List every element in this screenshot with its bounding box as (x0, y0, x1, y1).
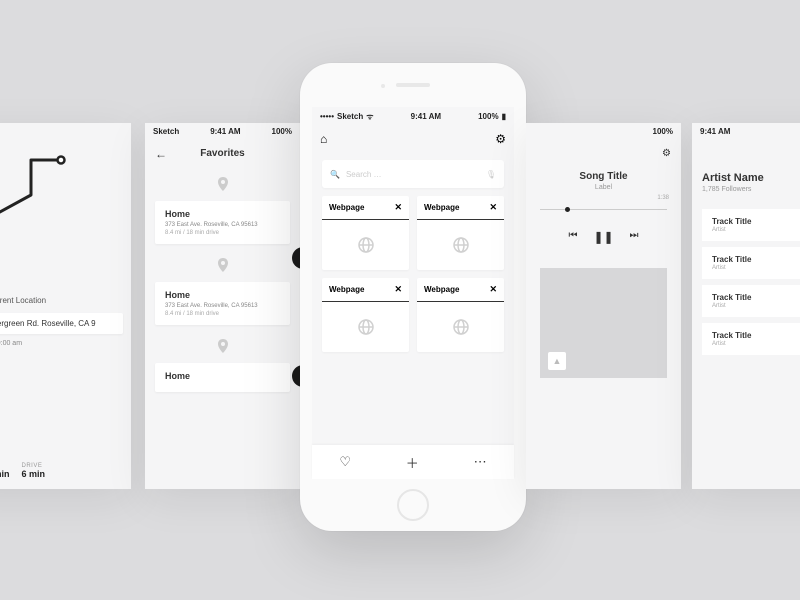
tile-label: Webpage (424, 203, 459, 212)
progress-bar[interactable]: 1:38 (540, 209, 667, 210)
favorite-card[interactable]: Home 373 East Ave. Roseville, CA 95613 8… (155, 282, 290, 325)
favorite-address: 373 East Ave. Roseville, CA 95613 (165, 222, 280, 228)
panel-favorites: Sketch 9:41 AM 100% ← Favorites Home 373… (145, 123, 300, 489)
favorite-address: 373 East Ave. Roseville, CA 95613 (165, 303, 280, 309)
close-icon[interactable]: ✕ (489, 284, 497, 295)
route-map (0, 140, 131, 290)
carrier-label: Sketch (337, 112, 363, 121)
tile-label: Webpage (424, 285, 459, 294)
panel-artist: 9:41 AM Artist Name 1,785 Followers Trac… (692, 123, 800, 489)
webpage-tile[interactable]: Webpage ✕ (417, 278, 504, 352)
status-time: 9:41 AM (700, 127, 730, 136)
carrier-label: Sketch (153, 127, 179, 136)
close-icon[interactable]: ✕ (394, 202, 402, 213)
phone-speaker (396, 83, 430, 87)
status-time: 9:41 AM (210, 127, 240, 136)
track-item[interactable]: Track TitleArtist (702, 247, 800, 279)
destination-address[interactable]: 497 Evergreen Rd. Roseville, CA 9 (0, 313, 123, 334)
phone-screen: •••••Sketchᯤ 9:41 AM 100%▮ ⌂ ⚙ 🔍 Search … (312, 107, 514, 479)
next-button[interactable]: ⏭ (630, 230, 639, 244)
from-location-label: From Current Location (0, 290, 131, 311)
status-battery: 100% (478, 112, 498, 121)
pin-icon (145, 167, 300, 201)
webpage-tile[interactable]: Webpage ✕ (417, 196, 504, 270)
mode-drive[interactable]: DRIVE6 min (22, 463, 46, 479)
panel-navigation: 9:41 AM From Current Location 497 Evergr… (0, 123, 131, 489)
tile-label: Webpage (329, 203, 364, 212)
search-input[interactable]: 🔍 Search … 🎙 (322, 160, 504, 188)
favorite-card[interactable]: Home (155, 363, 290, 392)
page-title: Favorites (200, 148, 244, 159)
status-bar: 9:41 AM (0, 123, 131, 140)
followers-count: 1,785 Followers (702, 186, 800, 193)
globe-icon (322, 220, 409, 270)
phone-mockup: •••••Sketchᯤ 9:41 AM 100%▮ ⌂ ⚙ 🔍 Search … (300, 63, 526, 531)
track-time: 1:38 (657, 195, 669, 201)
status-battery: 100% (653, 127, 673, 136)
more-button[interactable]: ⋯ (474, 454, 487, 470)
status-battery: 100% (272, 127, 292, 136)
song-title: Song Title (526, 171, 681, 182)
globe-icon (417, 220, 504, 270)
favorite-button[interactable]: ♡ (339, 454, 351, 470)
webpage-tile[interactable]: Webpage ✕ (322, 196, 409, 270)
favorite-card[interactable]: Home 373 East Ave. Roseville, CA 95613 8… (155, 201, 290, 244)
status-bar: 100% (526, 123, 681, 140)
favorite-meta: 8.4 mi / 18 min drive (165, 311, 280, 317)
home-icon[interactable]: ⌂ (320, 132, 327, 146)
home-button[interactable] (397, 489, 429, 521)
bottom-bar: ♡ ＋ ⋯ (312, 445, 514, 479)
close-icon[interactable]: ✕ (489, 202, 497, 213)
pause-button[interactable]: ❚❚ (593, 230, 613, 244)
pin-icon (145, 329, 300, 363)
favorite-name: Home (165, 371, 280, 381)
globe-icon (417, 302, 504, 352)
add-button[interactable]: ＋ (406, 453, 419, 472)
track-item[interactable]: Track TitleArtist (702, 285, 800, 317)
favorite-name: Home (165, 290, 280, 300)
tile-label: Webpage (329, 285, 364, 294)
progress-handle[interactable] (565, 207, 570, 212)
image-icon: ▲ (548, 352, 566, 370)
panel-music-player: 100% ⚙ Song Title Label 1:38 ⏮ ❚❚ ⏭ ▲ (526, 123, 681, 489)
favorite-name: Home (165, 209, 280, 219)
track-item[interactable]: Track TitleArtist (702, 209, 800, 241)
search-icon: 🔍 (330, 170, 340, 179)
mic-icon[interactable]: 🎙 (486, 170, 496, 179)
status-bar: 9:41 AM (692, 123, 800, 140)
close-icon[interactable]: ✕ (394, 284, 402, 295)
webpage-tile[interactable]: Webpage ✕ (322, 278, 409, 352)
wifi-icon: ᯤ (366, 111, 373, 122)
mode-bus[interactable]: BUS5 min (0, 463, 10, 479)
back-button[interactable]: ← (155, 147, 167, 161)
globe-icon (322, 302, 409, 352)
settings-icon[interactable]: ⚙ (526, 140, 681, 167)
prev-button[interactable]: ⏮ (568, 230, 577, 244)
battery-icon: ▮ (502, 112, 506, 121)
status-bar: Sketch 9:41 AM 100% (145, 123, 300, 140)
status-time: 9:41 AM (411, 112, 441, 121)
status-bar: •••••Sketchᯤ 9:41 AM 100%▮ (312, 107, 514, 126)
search-placeholder: Search … (346, 170, 382, 179)
track-item[interactable]: Track TitleArtist (702, 323, 800, 355)
favorite-meta: 8.4 mi / 18 min drive (165, 230, 280, 236)
album-art: ▲ (540, 268, 667, 378)
depart-time: Depart at 9:00 am (0, 336, 131, 351)
pin-icon (145, 248, 300, 282)
song-label: Label (526, 184, 681, 191)
artist-name: Artist Name (702, 172, 800, 184)
phone-camera (381, 84, 385, 88)
settings-icon[interactable]: ⚙ (495, 132, 506, 146)
